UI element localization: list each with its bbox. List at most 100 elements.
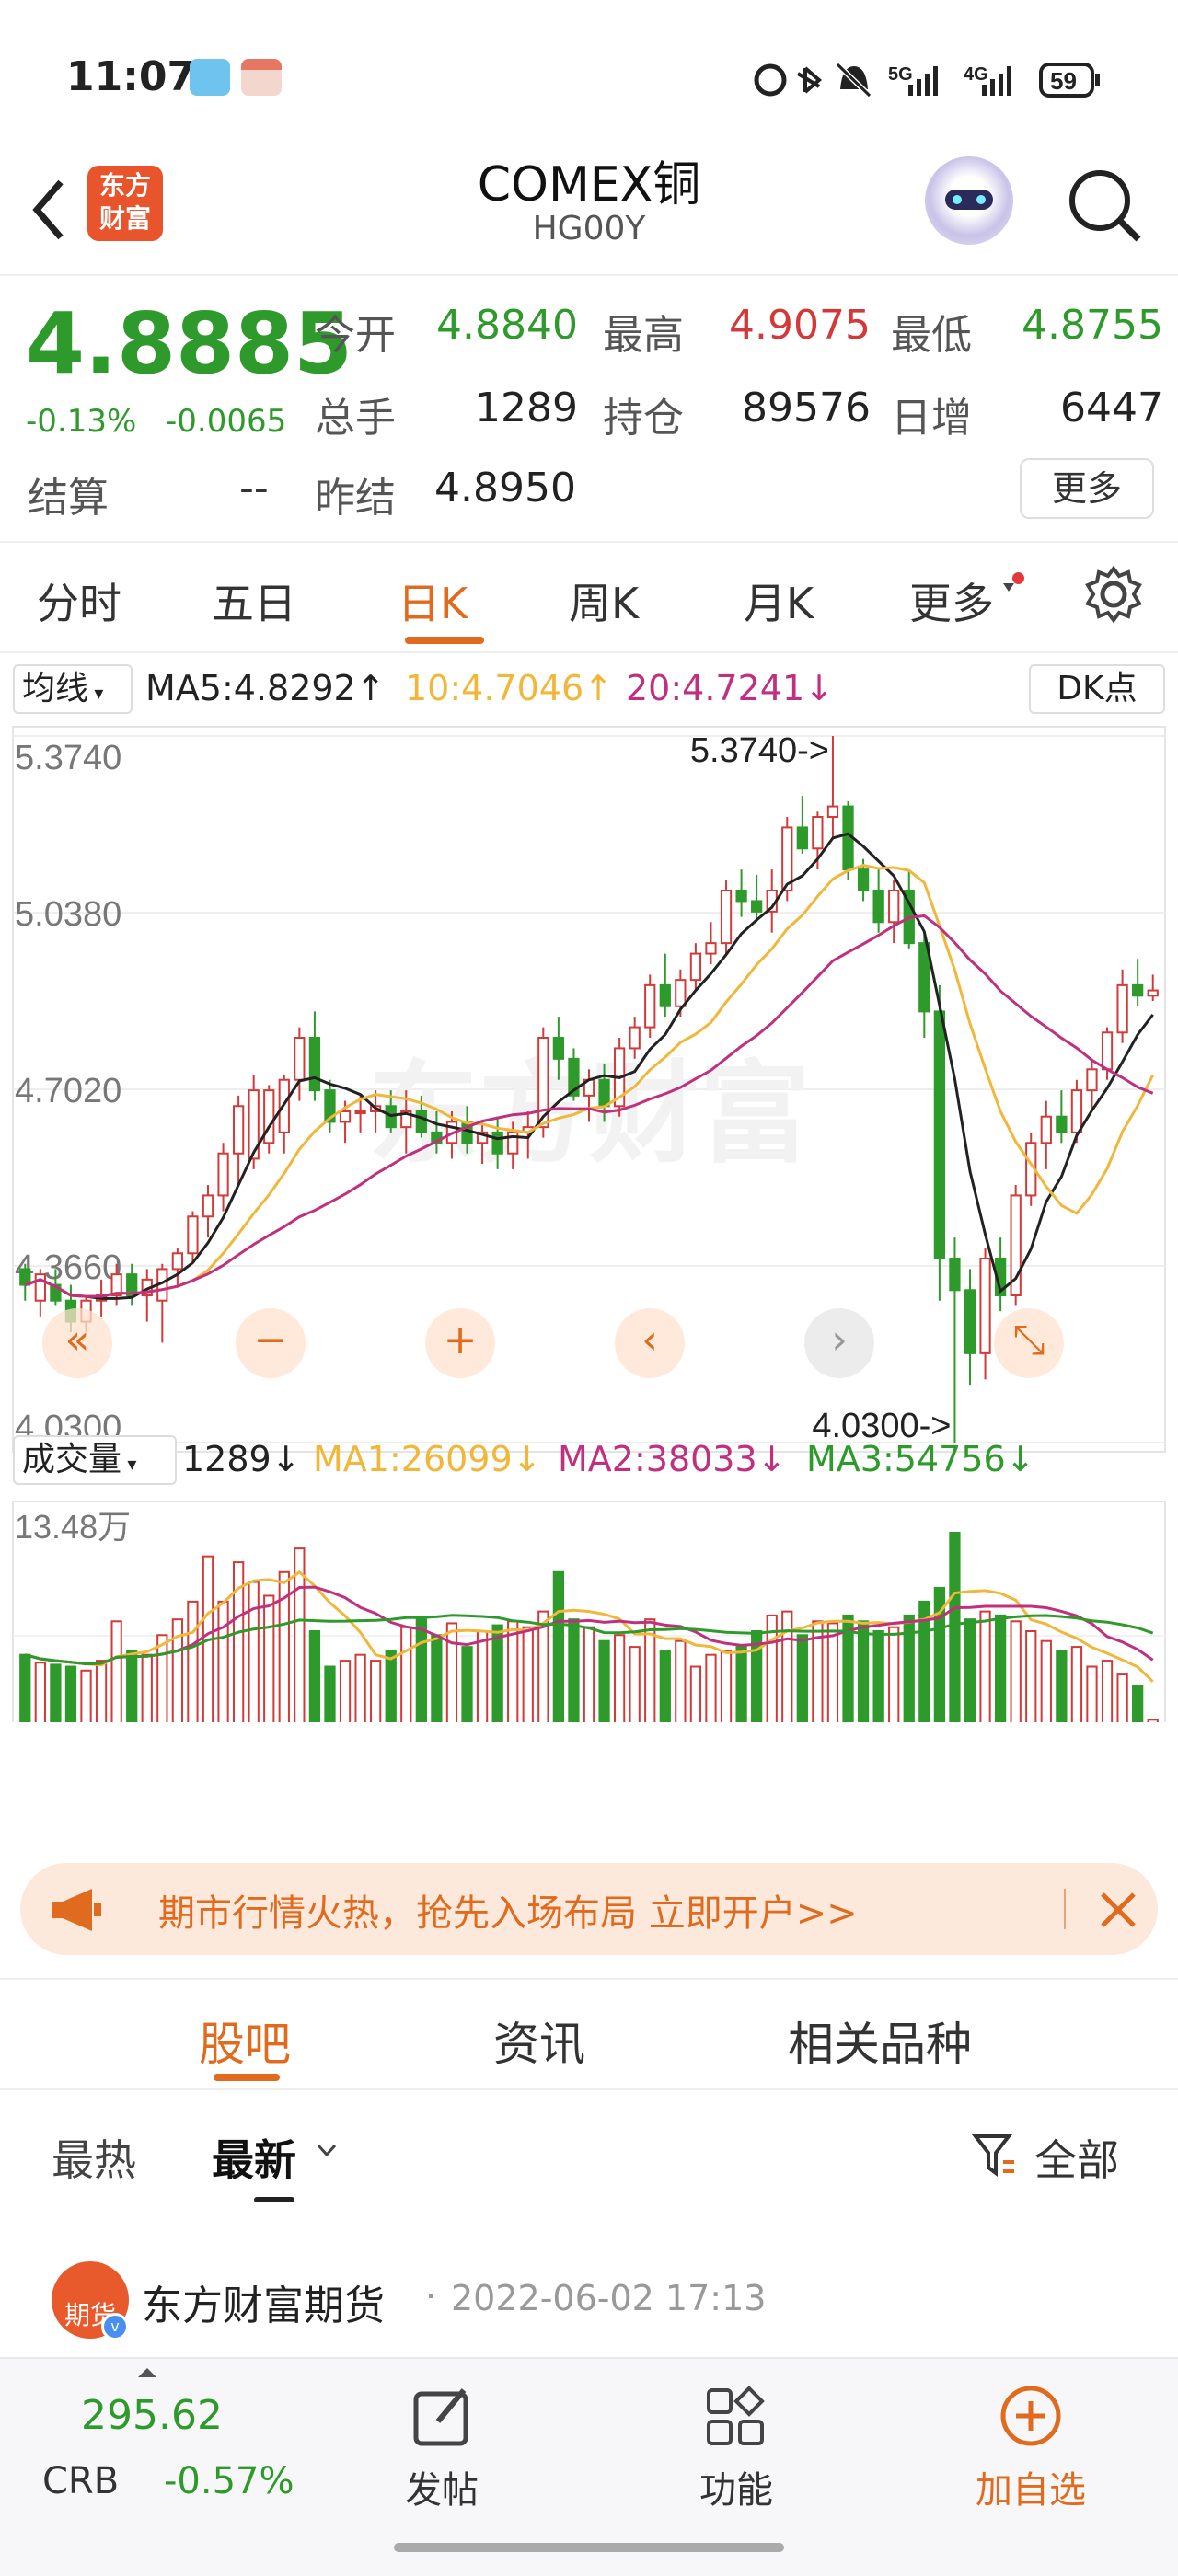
filter-hot[interactable]: 最热 (52, 2127, 136, 2188)
volume-bar (735, 1646, 747, 1722)
chevron-down-icon (317, 2144, 337, 2157)
volume-bar (156, 1634, 168, 1722)
edit-post-icon[interactable] (410, 2385, 475, 2449)
volume-max-label: 13.48万 (15, 1508, 131, 1546)
post-time: 2022-06-02 17:13 (451, 2278, 767, 2318)
svg-text:59: 59 (1050, 67, 1077, 95)
filter-all[interactable]: 全部 (1034, 2127, 1119, 2188)
function-grid-icon[interactable] (703, 2385, 768, 2449)
quote-label-4: 持仓 (603, 395, 684, 442)
volume-bar (400, 1626, 412, 1722)
last-price: 4.8885 (26, 294, 353, 393)
volume-bar (979, 1610, 991, 1722)
section-tab-2[interactable]: 相关品种 (788, 2007, 972, 2074)
scroll-left-icon[interactable]: ‹ (615, 1308, 685, 1378)
promo-banner[interactable]: 期市行情火热，抢先入场布局 立即开户>> (20, 1863, 1158, 1955)
author-name[interactable]: 东方财富期货 (142, 2272, 385, 2331)
quote-value-0: 4.8840 (436, 302, 578, 349)
add-favorite-icon[interactable] (998, 2383, 1064, 2449)
zoom-in-icon[interactable]: + (425, 1308, 495, 1378)
tab-1[interactable]: 五日 (212, 570, 296, 631)
close-icon[interactable] (1097, 1889, 1139, 1931)
volume-bar (705, 1653, 717, 1722)
tab-3[interactable]: 周K (569, 570, 639, 631)
kline-svg[interactable]: 5.37405.03804.70204.36604.0300东方财富5.3740… (0, 719, 1178, 1722)
prev-settle-value: 4.8950 (434, 465, 576, 512)
candle-body (644, 983, 656, 1029)
candle-body (232, 1105, 245, 1155)
filter-latest[interactable]: 最新 (212, 2127, 296, 2188)
candle-body (1116, 983, 1128, 1034)
search-icon[interactable] (1063, 164, 1146, 247)
add-favorite-label[interactable]: 加自选 (976, 2460, 1086, 2513)
crb-value[interactable]: 295.62 (81, 2392, 223, 2439)
candle-body (949, 1258, 961, 1292)
latest-underline (254, 2197, 294, 2202)
volume-bar (949, 1532, 961, 1722)
candle-body (659, 983, 671, 1007)
page-title: COMEX铜 (477, 157, 701, 213)
volume-bar (1116, 1673, 1128, 1722)
post-button-label[interactable]: 发帖 (405, 2460, 479, 2513)
fullscreen-icon[interactable]: ⤡ (994, 1308, 1064, 1378)
scroll-far-left-icon[interactable]: « (42, 1308, 112, 1378)
volume-bar (994, 1614, 1007, 1722)
home-indicator[interactable] (394, 2543, 784, 2552)
active-tab-indicator (214, 2074, 280, 2081)
back-arrow-icon[interactable] (26, 173, 72, 247)
app-logo[interactable]: 东方 财富 (87, 166, 163, 241)
status-bar: 11:07 5G 4G 59 (0, 0, 1178, 147)
zoom-out-icon[interactable]: − (236, 1308, 306, 1378)
section-tab-0[interactable]: 股吧 (199, 2007, 291, 2074)
volume-bar (141, 1653, 153, 1722)
megaphone-icon (52, 1889, 101, 1931)
dk-point-button[interactable]: DK点 (1029, 664, 1165, 714)
volume-bar (1132, 1685, 1144, 1722)
filter-funnel-icon[interactable] (972, 2133, 1018, 2180)
volume-bar (781, 1610, 793, 1722)
kline-chart-area[interactable]: 均线 ▾ MA5:4.8292↑ 10:4.7046↑ 20:4.7241↓ D… (0, 653, 1178, 1840)
volume-bar (126, 1650, 138, 1722)
tab-4[interactable]: 月K (744, 570, 814, 631)
volume-bar (872, 1630, 884, 1722)
vol-ma2-value: MA2:38033↓ (558, 1439, 787, 1479)
reader-app-icon (190, 59, 230, 96)
volume-bar (491, 1624, 503, 1722)
candle-body (689, 952, 702, 982)
header: 东方 财富 COMEX铜 HG00Y (0, 147, 1178, 276)
prev-settle-label: 昨结 (315, 475, 396, 522)
volume-bar (308, 1630, 321, 1722)
volume-bar (568, 1618, 580, 1722)
quote-label-5: 日增 (891, 395, 972, 442)
function-button-label[interactable]: 功能 (699, 2460, 773, 2513)
volume-bar (1056, 1650, 1068, 1722)
tab-5[interactable]: 更多 (909, 570, 994, 631)
candle-body (1147, 989, 1159, 997)
ma5-value: MA5:4.8292↑ (145, 668, 386, 708)
volume-bar (1086, 1665, 1098, 1722)
calendar-app-icon (241, 59, 282, 96)
candle-body (1101, 1031, 1114, 1071)
volume-bar (324, 1665, 336, 1722)
section-tab-1[interactable]: 资讯 (493, 2007, 585, 2074)
more-button[interactable]: 更多 (1020, 458, 1154, 519)
settings-gear-icon[interactable] (1084, 565, 1143, 624)
candle-body (812, 816, 824, 850)
post-item[interactable]: 期货 v 东方财富期货 · 2022-06-02 17:13 (0, 2210, 1178, 2357)
quote-value-5: 6447 (1060, 385, 1163, 431)
ma-selector[interactable]: 均线 ▾ (13, 664, 133, 714)
y-tick-label: 5.3740 (15, 739, 121, 777)
scroll-right-icon[interactable]: › (804, 1308, 874, 1378)
volume-bar (857, 1620, 870, 1722)
volume-bar (720, 1650, 733, 1722)
volume-bar (34, 1662, 46, 1722)
candle-body (308, 1037, 321, 1092)
candle-body (171, 1252, 184, 1271)
tab-0[interactable]: 分时 (37, 570, 121, 631)
volume-bar (689, 1665, 702, 1722)
vol-ma1-value: MA1:26099↓ (313, 1439, 542, 1479)
candle-body (1056, 1115, 1068, 1133)
volume-selector[interactable]: 成交量 ▾ (13, 1435, 177, 1485)
tab-2[interactable]: 日K (398, 570, 468, 631)
robot-avatar-icon[interactable] (925, 156, 1013, 245)
